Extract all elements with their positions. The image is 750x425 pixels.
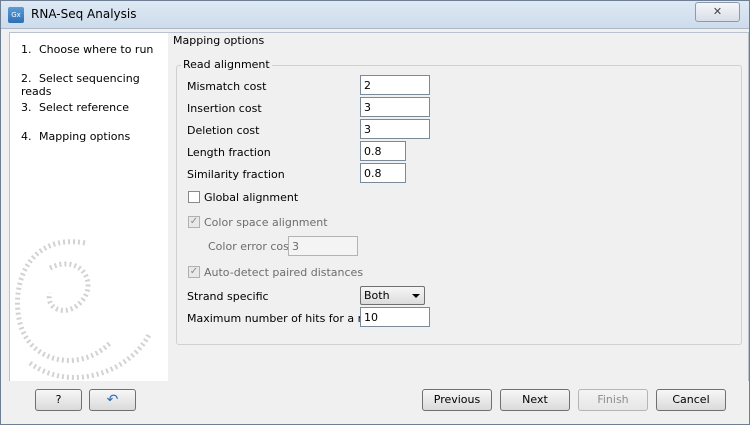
title-bar[interactable]: Gx RNA-Seq Analysis ✕ [1,1,749,29]
steps-sidebar: 1. Choose where to run 2. Select sequencin… [9,32,169,382]
window-title: RNA-Seq Analysis [31,7,137,21]
similarity-fraction-input[interactable]: 0.8 [360,163,406,183]
panel-title: Mapping options [173,34,265,47]
binary-spiral-decoration [15,239,153,380]
step-select-reference: 3. Select reference [21,101,129,114]
length-fraction-input[interactable]: 0.8 [360,141,406,161]
color-space-alignment-checkbox[interactable]: ✓ [188,216,200,228]
max-hits-input[interactable]: 10 [360,307,430,327]
global-alignment-label: Global alignment [204,191,299,204]
max-hits-label: Maximum number of hits for a read [187,312,383,325]
mismatch-cost-input[interactable]: 2 [360,75,430,95]
close-button[interactable]: ✕ [695,2,740,22]
deletion-cost-label: Deletion cost [187,124,260,137]
insertion-cost-input[interactable]: 3 [360,97,430,117]
color-error-cost-input[interactable]: 3 [288,236,358,256]
button-bar: ? ↶ Previous Next Finish Cancel [1,381,749,424]
color-space-alignment-label: Color space alignment [204,216,328,229]
deletion-cost-input[interactable]: 3 [360,119,430,139]
finish-button[interactable]: Finish [578,389,648,411]
mapping-options-panel: Mapping options Read alignment Mismatch … [168,32,749,382]
auto-detect-paired-distances-checkbox[interactable]: ✓ [188,266,200,278]
auto-detect-paired-distances-label: Auto-detect paired distances [204,266,364,279]
length-fraction-label: Length fraction [187,146,271,159]
help-button[interactable]: ? [35,389,82,411]
cancel-button[interactable]: Cancel [656,389,726,411]
insertion-cost-label: Insertion cost [187,102,262,115]
app-icon: Gx [8,7,24,23]
color-error-cost-label: Color error cost [208,240,294,253]
group-title: Read alignment [181,58,272,71]
strand-specific-value: Both [364,289,390,302]
reset-button[interactable]: ↶ [89,389,136,411]
global-alignment-checkbox[interactable] [188,191,200,203]
strand-specific-label: Strand specific [187,290,269,303]
similarity-fraction-label: Similarity fraction [187,168,285,181]
previous-button[interactable]: Previous [422,389,492,411]
dialog-window: Gx RNA-Seq Analysis ✕ 1. Choose where to … [0,0,750,425]
step-choose-where-to-run: 1. Choose where to run [21,43,154,56]
strand-specific-select[interactable]: Both [360,286,425,305]
chevron-down-icon [412,294,420,298]
mismatch-cost-label: Mismatch cost [187,80,267,93]
step-mapping-options: 4. Mapping options [21,130,131,143]
next-button[interactable]: Next [500,389,570,411]
step-select-sequencing-reads: 2. Select sequencing reads [21,72,140,98]
